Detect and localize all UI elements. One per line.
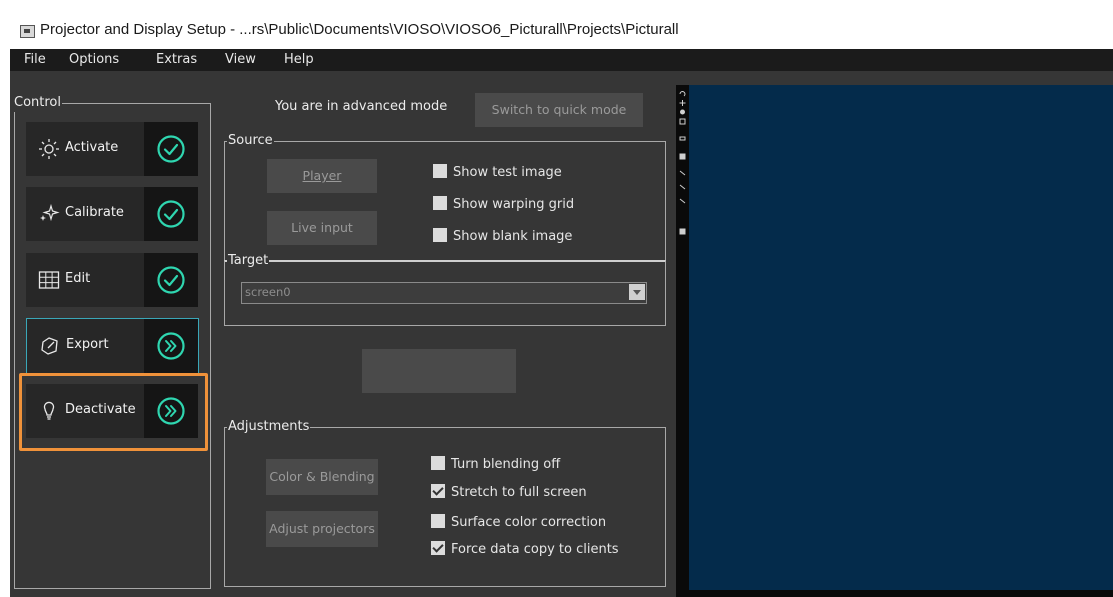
grid-edit-icon (38, 271, 60, 289)
check-circle-icon (157, 266, 185, 294)
deactivate-label: Deactivate (65, 402, 136, 417)
title-bar: Projector and Display Setup - ...rs\Publ… (10, 13, 1113, 49)
calibrate-button[interactable]: Calibrate (26, 187, 198, 241)
source-legend: Source (227, 132, 274, 150)
viewport-canvas[interactable] (689, 85, 1113, 590)
menu-bar: File Options Extras View Help (10, 49, 1113, 71)
target-select-value: screen0 (245, 285, 291, 299)
chevron-down-icon[interactable] (629, 284, 645, 300)
projector-viewport[interactable] (676, 85, 1113, 597)
adjustments-legend: Adjustments (227, 418, 311, 436)
window-title: Projector and Display Setup - ...rs\Publ… (40, 21, 679, 38)
calibrate-state (144, 187, 198, 241)
checkbox-box (431, 484, 445, 498)
show-blank-image-checkbox[interactable]: Show blank image (433, 228, 572, 244)
surface-color-correction-checkbox[interactable]: Surface color correction (431, 514, 606, 530)
menu-view[interactable]: View (225, 52, 256, 67)
checkbox-label: Stretch to full screen (451, 485, 587, 500)
adjustments-group: Adjustments (224, 418, 666, 587)
main-panel: Control Activate Calibrate Edit Export D… (10, 71, 1113, 597)
edit-button[interactable]: Edit (26, 253, 198, 307)
checkbox-box (433, 164, 447, 178)
checkbox-label: Surface color correction (451, 515, 607, 530)
export-state (144, 319, 198, 375)
target-legend: Target (227, 252, 270, 270)
check-circle-icon (157, 200, 185, 228)
control-legend: Control (13, 94, 62, 112)
bulb-icon (43, 401, 55, 420)
export-icon (41, 337, 58, 355)
check-circle-icon (157, 135, 185, 163)
checkbox-box (431, 456, 445, 470)
stretch-full-screen-checkbox[interactable]: Stretch to full screen (431, 484, 587, 500)
viewport-toolbar[interactable] (678, 89, 687, 249)
double-chevron-circle-icon (157, 332, 185, 360)
activate-button[interactable]: Activate (26, 122, 198, 176)
edit-state (144, 253, 198, 307)
sparkle-icon (40, 203, 60, 222)
checkbox-box (433, 228, 447, 242)
live-input-button[interactable]: Live input (267, 211, 377, 245)
adjust-projectors-button[interactable]: Adjust projectors (266, 511, 378, 547)
mode-text: You are in advanced mode (275, 99, 448, 114)
checkbox-label: Show warping grid (453, 197, 575, 212)
switch-quick-mode-button[interactable]: Switch to quick mode (475, 93, 643, 127)
export-label: Export (66, 337, 109, 352)
show-test-image-checkbox[interactable]: Show test image (433, 164, 562, 180)
color-blending-button[interactable]: Color & Blending (266, 459, 378, 495)
deactivate-button[interactable]: Deactivate (26, 384, 198, 438)
target-select[interactable]: screen0 (241, 282, 647, 304)
menu-extras[interactable]: Extras (156, 52, 197, 67)
blank-action-button[interactable] (362, 349, 516, 393)
show-warping-grid-checkbox[interactable]: Show warping grid (433, 196, 574, 212)
turn-blending-off-checkbox[interactable]: Turn blending off (431, 456, 560, 472)
menu-help[interactable]: Help (284, 52, 314, 67)
calibrate-label: Calibrate (65, 205, 124, 220)
player-button[interactable]: Player (267, 159, 377, 193)
checkbox-label: Turn blending off (451, 457, 561, 472)
activate-state (144, 122, 198, 176)
app-icon (20, 25, 35, 38)
sun-icon (39, 139, 59, 159)
checkbox-label: Show test image (453, 165, 562, 180)
checkbox-box (431, 514, 445, 528)
menu-options[interactable]: Options (69, 52, 119, 67)
deactivate-state (144, 384, 198, 438)
force-data-copy-checkbox[interactable]: Force data copy to clients (431, 541, 619, 557)
activate-label: Activate (65, 140, 119, 155)
double-chevron-circle-icon (157, 397, 185, 425)
checkbox-box (431, 541, 445, 555)
menu-file[interactable]: File (24, 52, 46, 67)
export-button[interactable]: Export (26, 318, 199, 376)
checkbox-label: Force data copy to clients (451, 542, 619, 557)
edit-label: Edit (65, 271, 91, 286)
checkbox-box (433, 196, 447, 210)
checkbox-label: Show blank image (453, 229, 573, 244)
